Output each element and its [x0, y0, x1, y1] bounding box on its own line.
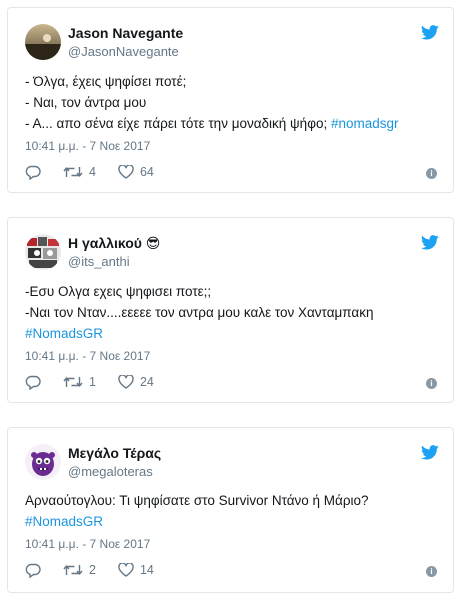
tweet-card-1: Jason Navegante @JasonNavegante - Όλγα, …: [7, 7, 454, 193]
reply-button[interactable]: [25, 375, 41, 390]
reply-icon: [25, 563, 41, 578]
retweet-count: 2: [89, 563, 96, 577]
tweet-card-3: Μεγάλο Τέρας @megaloteras Αρναούτογλου: …: [7, 427, 454, 593]
retweet-icon: [63, 565, 83, 575]
tweet-card-2: Η γαλλικού 😎 @its_anthi -Εσυ Ολγα εχεις …: [7, 217, 454, 403]
twitter-bird-icon[interactable]: [421, 235, 439, 250]
reply-button[interactable]: [25, 165, 41, 180]
twitter-bird-icon[interactable]: [421, 25, 439, 40]
tweet-text: - Όλγα, έχεις ψηφίσει ποτέ; - Ναι, τον ά…: [25, 71, 439, 134]
info-icon[interactable]: i: [426, 566, 437, 577]
like-button[interactable]: 14: [118, 563, 154, 577]
tweet-actions: 1 24: [25, 373, 176, 391]
info-icon[interactable]: i: [426, 378, 437, 389]
retweet-count: 4: [89, 165, 96, 179]
avatar[interactable]: [25, 444, 61, 480]
avatar[interactable]: [25, 234, 61, 270]
tweet-timestamp[interactable]: 10:41 μ.μ. - 7 Νοε 2017: [25, 537, 150, 551]
retweet-icon: [63, 377, 83, 387]
author-handle[interactable]: @its_anthi: [68, 254, 130, 269]
hashtag-link[interactable]: #nomadsgr: [331, 116, 399, 131]
retweet-count: 1: [89, 375, 96, 389]
info-icon[interactable]: i: [426, 168, 437, 179]
reply-icon: [25, 375, 41, 390]
tweet-line: - Ναι, τον άντρα μου: [25, 95, 147, 110]
like-icon: [118, 165, 134, 179]
reply-icon: [25, 165, 41, 180]
retweet-icon: [63, 167, 83, 177]
author-handle[interactable]: @JasonNavegante: [68, 44, 179, 59]
avatar[interactable]: [25, 24, 61, 60]
tweet-text: -Εσυ Ολγα εχεις ψηφισει ποτε;; -Ναι τον …: [25, 281, 439, 344]
tweet-line: - Όλγα, έχεις ψηφίσει ποτέ;: [25, 74, 187, 89]
retweet-button[interactable]: 1: [63, 375, 96, 389]
tweet-actions: 4 64: [25, 163, 176, 181]
sunglasses-emoji: 😎: [145, 235, 161, 251]
author-name[interactable]: Jason Navegante: [68, 25, 183, 41]
like-count: 24: [139, 375, 154, 389]
like-icon: [118, 563, 134, 577]
tweet-line: - Α... απο σένα είχε πάρει τότε την μονα…: [25, 116, 399, 131]
tweet-actions: 2 14: [25, 561, 176, 579]
like-count: 14: [139, 563, 154, 577]
tweet-timestamp[interactable]: 10:41 μ.μ. - 7 Νοε 2017: [25, 349, 150, 363]
tweet-text: Αρναούτογλου: Τι ψηφίσατε στο Survivor Ν…: [25, 490, 439, 532]
retweet-button[interactable]: 4: [63, 165, 96, 179]
tweet-line: -Εσυ Ολγα εχεις ψηφισει ποτε;;: [25, 284, 212, 299]
author-handle[interactable]: @megaloteras: [68, 464, 153, 479]
tweet-line: -Ναι τον Νταν....εεεεε τον αντρα μου καλ…: [25, 305, 374, 320]
like-button[interactable]: 24: [118, 375, 154, 389]
hashtag-link[interactable]: #NomadsGR: [25, 511, 439, 532]
tweet-line: Αρναούτογλου: Τι ψηφίσατε στο Survivor Ν…: [25, 493, 369, 508]
reply-button[interactable]: [25, 563, 41, 578]
tweet-timestamp[interactable]: 10:41 μ.μ. - 7 Νοε 2017: [25, 139, 150, 153]
author-name[interactable]: Η γαλλικού 😎: [68, 235, 160, 252]
hashtag-link[interactable]: #NomadsGR: [25, 323, 439, 344]
like-icon: [118, 375, 134, 389]
twitter-bird-icon[interactable]: [421, 445, 439, 460]
like-count: 64: [139, 165, 154, 179]
like-button[interactable]: 64: [118, 165, 154, 179]
retweet-button[interactable]: 2: [63, 563, 96, 577]
author-name[interactable]: Μεγάλο Τέρας: [68, 445, 161, 461]
